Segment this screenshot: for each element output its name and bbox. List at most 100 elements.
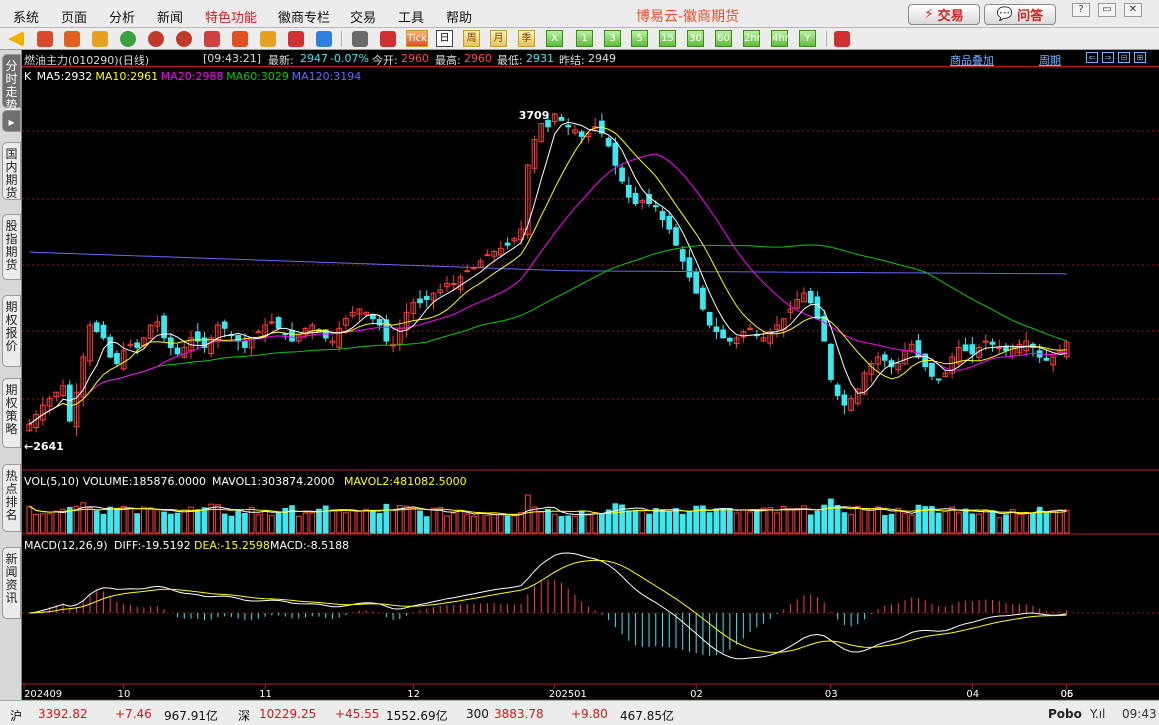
volume-bar bbox=[161, 511, 167, 534]
period-month-button[interactable]: 月 bbox=[490, 30, 507, 47]
close-icon[interactable]: ✕ bbox=[1124, 3, 1142, 17]
volume-bar bbox=[679, 513, 686, 534]
volume-bar bbox=[545, 508, 551, 534]
menu-trade[interactable]: 交易 bbox=[350, 7, 376, 26]
volume-bar bbox=[673, 508, 679, 534]
list-icon[interactable] bbox=[352, 31, 368, 47]
shrink-icon[interactable]: ⊟ bbox=[1118, 52, 1130, 63]
overlay-link[interactable]: 商品叠加 bbox=[950, 52, 994, 68]
menu-analysis[interactable]: 分析 bbox=[109, 7, 135, 26]
trend-icon[interactable] bbox=[380, 31, 396, 47]
tab-options-quote[interactable]: 期权报价 bbox=[2, 295, 21, 367]
period-quarter-button[interactable]: 季 bbox=[518, 30, 535, 47]
volume-bar bbox=[1050, 510, 1057, 534]
volume-bar bbox=[888, 513, 895, 534]
report-icon[interactable] bbox=[92, 31, 108, 47]
period-5m-button[interactable]: 5 bbox=[631, 30, 648, 47]
period-y-button[interactable]: Y bbox=[799, 30, 816, 47]
period-x-button[interactable]: X bbox=[546, 30, 563, 47]
alarm-icon[interactable] bbox=[260, 31, 276, 47]
restore-icon[interactable]: ▭ bbox=[1098, 3, 1116, 17]
calendar-icon[interactable] bbox=[64, 31, 80, 47]
period-day-button[interactable]: 日 bbox=[436, 30, 453, 47]
draw-icon[interactable] bbox=[232, 31, 248, 47]
volume-bar bbox=[976, 513, 982, 534]
volume-bar bbox=[316, 508, 322, 534]
candle bbox=[134, 342, 140, 348]
period-4hr-button[interactable]: 4hr bbox=[771, 30, 789, 47]
candle bbox=[619, 167, 625, 182]
menu-column[interactable]: 徽商专栏 bbox=[278, 7, 330, 26]
expand-icon[interactable]: ⊞ bbox=[1134, 52, 1146, 63]
volume-bar bbox=[794, 508, 801, 534]
period-60m-button[interactable]: 60 bbox=[715, 30, 732, 47]
volume-bar bbox=[753, 509, 760, 534]
tab-domestic[interactable]: 国内期货 bbox=[2, 142, 21, 200]
ma-legend-item: MA120:3194 bbox=[292, 70, 362, 83]
tab-news-label: 新闻资讯 bbox=[5, 552, 18, 605]
volume-bar bbox=[949, 506, 955, 534]
volume-bar bbox=[174, 512, 181, 534]
x-axis-label: 03 bbox=[825, 689, 838, 700]
tick-button[interactable]: Tick bbox=[406, 30, 428, 47]
volume-bar bbox=[376, 513, 383, 534]
period-3m-button[interactable]: 3 bbox=[604, 30, 621, 47]
ma20-line bbox=[29, 153, 1067, 425]
help-icon[interactable]: ? bbox=[1072, 3, 1090, 17]
volume-bar bbox=[861, 509, 868, 534]
period-15m-button[interactable]: 15 bbox=[659, 30, 676, 47]
low-price: 2931 bbox=[526, 52, 554, 65]
menu-system[interactable]: 系统 bbox=[13, 7, 39, 26]
brand-logo: Pobo bbox=[1048, 707, 1082, 721]
tab-index-futures[interactable]: 股指期货 bbox=[2, 214, 21, 280]
volume-bar bbox=[363, 508, 369, 534]
period-30m-button[interactable]: 30 bbox=[687, 30, 704, 47]
tab-hot-rank[interactable]: 热点排名 bbox=[2, 464, 21, 532]
tab-options-strategy[interactable]: 期权策略 bbox=[2, 378, 21, 448]
refresh-icon[interactable] bbox=[120, 31, 136, 47]
kline-chart[interactable]: 3709 ←2641 K MA5:2932 MA10:2961 MA20:2988 MA60… bbox=[22, 67, 1159, 700]
tab-arrow[interactable]: ▸ bbox=[2, 110, 21, 132]
ma60-line bbox=[29, 244, 1067, 425]
menu-tools[interactable]: 工具 bbox=[398, 7, 424, 26]
status-bar: 沪 3392.82 +7.46 967.91亿 深 10229.25 +45.5… bbox=[0, 700, 1159, 725]
sh-amount: 967.91亿 bbox=[164, 709, 218, 723]
zoom-in-icon[interactable] bbox=[148, 31, 164, 47]
scroll-right-icon[interactable]: ⇒ bbox=[1102, 52, 1114, 63]
tab-domestic-label: 国内期货 bbox=[5, 147, 18, 200]
tab-news[interactable]: 新闻资讯 bbox=[2, 547, 21, 619]
period-link[interactable]: 周期 bbox=[1039, 52, 1061, 68]
volume-bar bbox=[1003, 514, 1009, 534]
volume-bar bbox=[53, 510, 60, 534]
qa-button[interactable]: 💬 问答 bbox=[984, 4, 1056, 25]
zoom-out-icon[interactable] bbox=[176, 31, 192, 47]
layout-icon[interactable] bbox=[834, 31, 850, 47]
new-icon[interactable] bbox=[316, 31, 332, 47]
filter-icon[interactable] bbox=[288, 31, 304, 47]
hs300-index: 3883.78 bbox=[494, 707, 544, 721]
volume-bar bbox=[558, 516, 565, 534]
trade-button[interactable]: ⚡ 交易 bbox=[908, 4, 980, 25]
volume-bar bbox=[268, 514, 275, 534]
scroll-left-icon[interactable]: ⇐ bbox=[1086, 52, 1098, 63]
candle bbox=[100, 324, 107, 339]
candle bbox=[659, 211, 666, 221]
volume-bar bbox=[1016, 514, 1023, 534]
home-icon[interactable] bbox=[37, 31, 53, 47]
candle bbox=[450, 282, 457, 285]
prev-price: 2949 bbox=[588, 52, 616, 65]
menu-news[interactable]: 新闻 bbox=[157, 7, 183, 26]
menu-page[interactable]: 页面 bbox=[61, 7, 87, 26]
period-2hr-button[interactable]: 2hr bbox=[743, 30, 761, 47]
volume-bar bbox=[390, 509, 396, 534]
lightning-icon: ⚡ bbox=[924, 7, 934, 22]
period-1m-button[interactable]: 1 bbox=[576, 30, 593, 47]
period-week-button[interactable]: 周 bbox=[463, 30, 480, 47]
window-icon[interactable] bbox=[204, 31, 220, 47]
ma-legend-item: MA5:2932 bbox=[37, 70, 93, 83]
back-icon[interactable] bbox=[8, 31, 24, 47]
tab-timeshare[interactable]: 分时走势 bbox=[2, 54, 21, 112]
volume-bar bbox=[908, 514, 915, 534]
menu-special[interactable]: 特色功能 bbox=[205, 7, 257, 26]
menu-help[interactable]: 帮助 bbox=[446, 7, 472, 26]
